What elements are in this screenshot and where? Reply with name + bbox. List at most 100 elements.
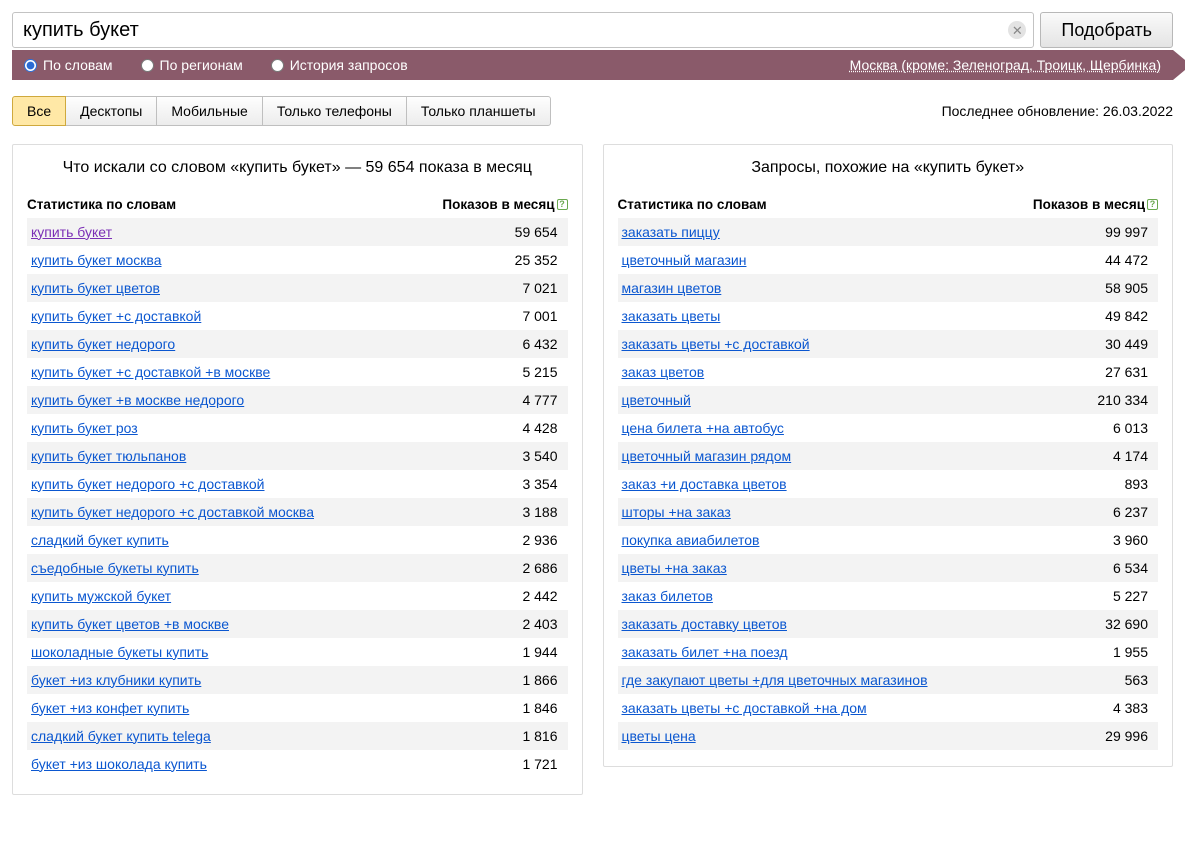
query-link[interactable]: заказ цветов [622,364,705,380]
query-link[interactable]: шоколадные букеты купить [31,644,208,660]
mode-by-words[interactable]: По словам [24,57,113,73]
query-link[interactable]: заказ +и доставка цветов [622,476,787,492]
table-row: сладкий букет купить telega1 816 [27,722,568,750]
right-panel: Запросы, похожие на «купить букет» Стати… [603,144,1174,767]
impressions-value: 1 955 [1113,644,1154,660]
query-link[interactable]: заказать цветы +с доставкой [622,336,810,352]
table-row: шторы +на заказ6 237 [618,498,1159,526]
impressions-value: 27 631 [1105,364,1154,380]
impressions-value: 6 013 [1113,420,1154,436]
query-link[interactable]: заказ билетов [622,588,713,604]
mode-label: По словам [43,57,113,73]
table-row: заказ +и доставка цветов 893 [618,470,1159,498]
table-row: цветочный210 334 [618,386,1159,414]
query-link[interactable]: купить букет +с доставкой +в москве [31,364,270,380]
mode-label: История запросов [290,57,408,73]
impressions-value: 59 654 [515,224,564,240]
submit-button[interactable]: Подобрать [1040,12,1173,48]
query-link[interactable]: заказать доставку цветов [622,616,787,632]
table-row: букет +из конфет купить1 846 [27,694,568,722]
query-link[interactable]: купить букет недорого +с доставкой москв… [31,504,314,520]
table-row: купить букет +с доставкой +в москве5 215 [27,358,568,386]
impressions-value: 2 442 [522,588,563,604]
impressions-value: 7 001 [522,308,563,324]
query-link[interactable]: цветы +на заказ [622,560,727,576]
impressions-value: 4 428 [522,420,563,436]
left-panel: Что искали со словом «купить букет» — 59… [12,144,583,795]
table-row: цветы +на заказ6 534 [618,554,1159,582]
impressions-value: 3 354 [522,476,563,492]
query-link[interactable]: цветочный [622,392,691,408]
table-row: купить букет москва25 352 [27,246,568,274]
query-link[interactable]: купить букет +в москве недорого [31,392,244,408]
col-header-impressions: Показов в месяц [1033,197,1145,212]
table-row: заказ цветов 27 631 [618,358,1159,386]
impressions-value: 4 174 [1113,448,1154,464]
left-panel-title: Что искали со словом «купить букет» — 59… [27,157,568,179]
impressions-value: 2 686 [522,560,563,576]
table-row: купить букет недорого +с доставкой москв… [27,498,568,526]
query-link[interactable]: цена билета +на автобус [622,420,784,436]
query-link[interactable]: шторы +на заказ [622,504,731,520]
col-header-queries: Статистика по словам [618,197,767,212]
mode-bar: По словам По регионам История запросов М… [12,50,1173,80]
query-link[interactable]: купить букет роз [31,420,138,436]
query-link[interactable]: купить букет тюльпанов [31,448,186,464]
table-row: купить букет роз 4 428 [27,414,568,442]
tab-all[interactable]: Все [12,96,66,126]
tab-tablets[interactable]: Только планшеты [406,96,551,126]
query-link[interactable]: цветы цена [622,728,696,744]
query-link[interactable]: букет +из клубники купить [31,672,201,688]
tab-phones[interactable]: Только телефоны [262,96,407,126]
table-row: съедобные букеты купить 2 686 [27,554,568,582]
query-link[interactable]: купить мужской букет [31,588,171,604]
query-link[interactable]: заказать цветы +с доставкой +на дом [622,700,867,716]
query-link[interactable]: заказать пиццу [622,224,720,240]
table-row: сладкий букет купить2 936 [27,526,568,554]
query-link[interactable]: купить букет недорого [31,336,175,352]
region-selector[interactable]: Москва (кроме: Зеленоград, Троицк, Щерби… [850,57,1161,73]
query-link[interactable]: букет +из конфет купить [31,700,189,716]
table-row: магазин цветов58 905 [618,274,1159,302]
query-link[interactable]: купить букет +с доставкой [31,308,201,324]
mode-by-regions[interactable]: По регионам [141,57,243,73]
impressions-value: 5 227 [1113,588,1154,604]
impressions-value: 3 540 [522,448,563,464]
query-link[interactable]: цветочный магазин рядом [622,448,792,464]
query-link[interactable]: купить букет цветов +в москве [31,616,229,632]
query-link[interactable]: заказать билет +на поезд [622,644,788,660]
tab-mobile[interactable]: Мобильные [156,96,263,126]
query-link[interactable]: купить букет москва [31,252,162,268]
mode-history[interactable]: История запросов [271,57,408,73]
table-row: букет +из шоколада купить1 721 [27,750,568,778]
query-link[interactable]: сладкий букет купить telega [31,728,211,744]
search-input[interactable] [12,12,1034,48]
impressions-value: 893 [1125,476,1154,492]
impressions-value: 4 777 [522,392,563,408]
query-link[interactable]: магазин цветов [622,280,722,296]
query-link[interactable]: заказать цветы [622,308,721,324]
right-panel-title: Запросы, похожие на «купить букет» [618,157,1159,179]
query-link[interactable]: купить букет цветов [31,280,160,296]
impressions-value: 44 472 [1105,252,1154,268]
clear-icon[interactable]: ✕ [1008,21,1026,39]
help-icon[interactable]: ? [557,199,568,210]
table-row: цена билета +на автобус 6 013 [618,414,1159,442]
query-link[interactable]: съедобные букеты купить [31,560,199,576]
query-link[interactable]: цветочный магазин [622,252,747,268]
tab-desktop[interactable]: Десктопы [65,96,157,126]
table-row: букет +из клубники купить1 866 [27,666,568,694]
query-link[interactable]: покупка авиабилетов [622,532,760,548]
query-link[interactable]: сладкий букет купить [31,532,169,548]
table-row: купить букет +в москве недорого 4 777 [27,386,568,414]
table-row: заказать цветы +с доставкой +на дом4 383 [618,694,1159,722]
table-row: заказ билетов 5 227 [618,582,1159,610]
query-link[interactable]: купить букет [31,224,112,240]
query-link[interactable]: купить букет недорого +с доставкой [31,476,265,492]
impressions-value: 49 842 [1105,308,1154,324]
query-link[interactable]: букет +из шоколада купить [31,756,207,772]
help-icon[interactable]: ? [1147,199,1158,210]
query-link[interactable]: где закупают цветы +для цветочных магази… [622,672,928,688]
impressions-value: 6 432 [522,336,563,352]
impressions-value: 99 997 [1105,224,1154,240]
